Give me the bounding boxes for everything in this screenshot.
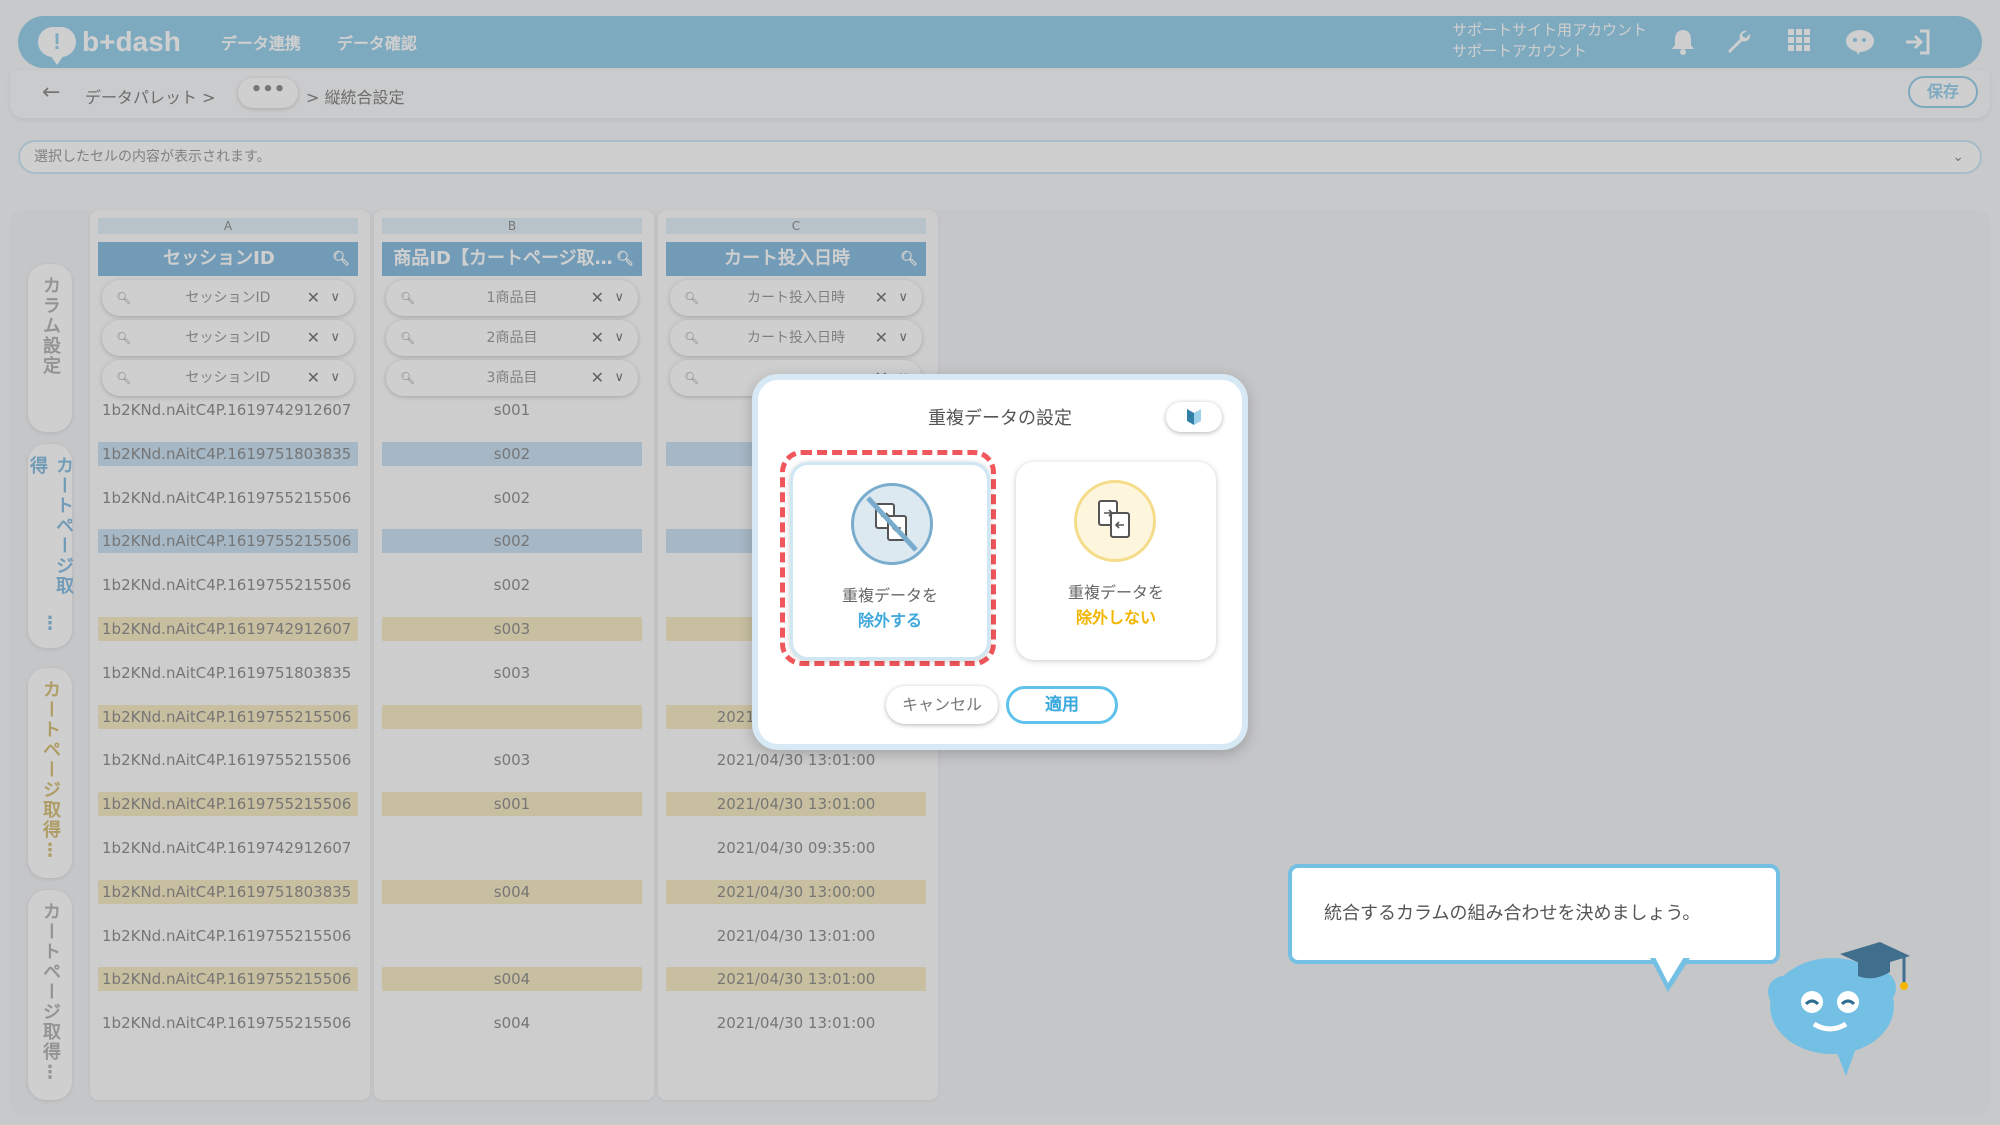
option-keep-line2: 除外しない bbox=[1075, 608, 1156, 627]
mascot-guide-icon[interactable] bbox=[1766, 932, 1914, 1080]
guide-message: 統合するカラムの組み合わせを決めましょう。 bbox=[1324, 903, 1701, 924]
option-keep-line1: 重複データを bbox=[1067, 583, 1164, 602]
option-exclude-line2: 除外する bbox=[857, 611, 922, 630]
beginner-mark-icon[interactable] bbox=[1166, 402, 1222, 432]
duplicate-data-modal: 重複データの設定 重複データを 除外する 重複データを 除外しない キャンセル … bbox=[752, 374, 1248, 750]
option-keep-text: 重複データを 除外しない bbox=[1016, 580, 1216, 630]
option-keep-duplicates[interactable]: 重複データを 除外しない bbox=[1016, 462, 1216, 660]
cancel-button[interactable]: キャンセル bbox=[886, 686, 998, 724]
option-exclude-duplicates[interactable]: 重複データを 除外する bbox=[790, 462, 990, 660]
guide-speech-bubble: 統合するカラムの組み合わせを決めましょう。 bbox=[1288, 864, 1780, 964]
speech-bubble-tail-inner bbox=[1655, 957, 1684, 983]
option-exclude-text: 重複データを 除外する bbox=[793, 583, 987, 633]
apply-button[interactable]: 適用 bbox=[1006, 686, 1118, 724]
option-exclude-line1: 重複データを bbox=[841, 586, 938, 605]
duplicate-icon bbox=[1074, 480, 1156, 562]
no-duplicate-icon bbox=[851, 483, 933, 565]
